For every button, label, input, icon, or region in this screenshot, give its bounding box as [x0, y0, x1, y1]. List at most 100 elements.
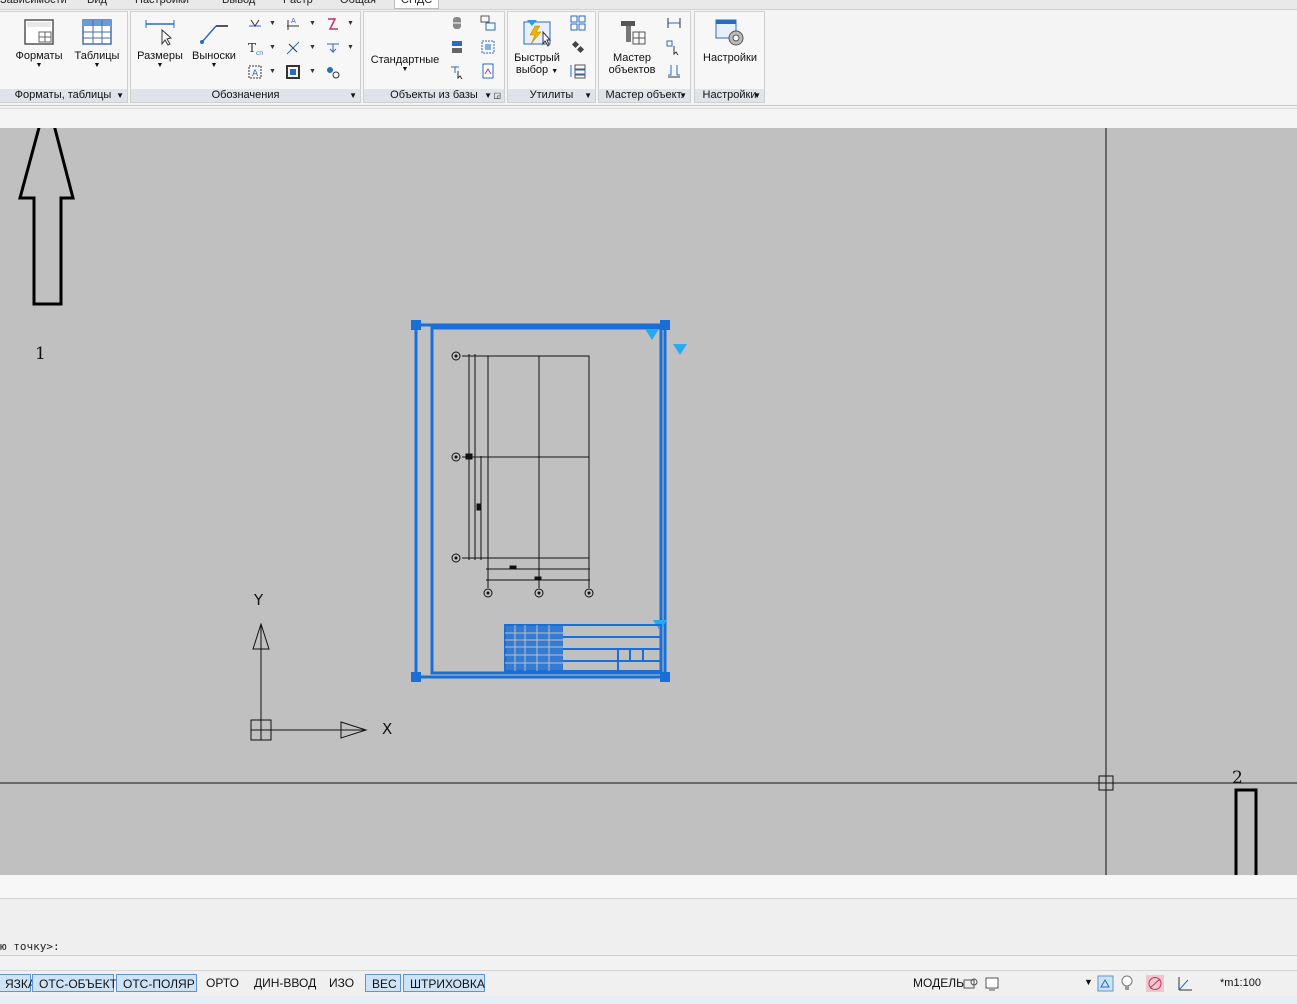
break-line-icon[interactable]: [325, 40, 341, 56]
gear-icon: [714, 18, 746, 48]
quick-select-icon: [521, 18, 553, 48]
hatch-frame-icon[interactable]: [285, 64, 301, 80]
section-line-icon[interactable]: [325, 16, 341, 32]
panel-title-utilities[interactable]: Утилиты ▼: [508, 89, 595, 102]
quick-select-label-2: выбор: [515, 64, 549, 76]
svg-text:сп: сп: [256, 50, 263, 56]
frame-text-icon[interactable]: A: [247, 64, 263, 80]
db-select-icon[interactable]: [480, 39, 496, 55]
dimensions-button-label: Размеры: [137, 50, 183, 62]
chevron-down-icon: ▼: [401, 66, 409, 73]
db-pointer-icon[interactable]: [449, 63, 465, 80]
object-wizard-button[interactable]: Мастер объектов: [602, 18, 662, 76]
annotation-arrow-down: [1234, 788, 1258, 875]
coordinate-system-icon[interactable]: [1176, 975, 1194, 995]
svg-text:A: A: [291, 17, 296, 25]
tab-general[interactable]: Общая: [340, 0, 376, 8]
panel-title-designations[interactable]: Обозначения ▼: [131, 89, 360, 102]
tab-spds[interactable]: СПДС: [394, 0, 440, 9]
leader-icon: [198, 18, 230, 46]
quick-select-label-1: Быстрый: [514, 52, 560, 64]
tables-button[interactable]: Таблицы ▼: [72, 18, 122, 70]
status-snap-button[interactable]: ЯЗКА: [0, 974, 36, 992]
chevron-down-icon: ▼: [116, 91, 124, 100]
ucs-y-label: Y: [254, 591, 264, 609]
chevron-down-icon: ▼: [679, 91, 687, 100]
level-mark-icon[interactable]: [247, 16, 263, 32]
selected-sheet-format[interactable]: [411, 320, 687, 682]
explode-icon[interactable]: [570, 39, 586, 55]
settings-button[interactable]: Настройки: [699, 18, 761, 64]
panel-title-formats[interactable]: Форматы, таблицы ▼: [0, 89, 127, 102]
db-insert-icon[interactable]: [449, 39, 465, 55]
text-style-icon[interactable]: Tсп: [247, 40, 263, 57]
svg-text:T: T: [248, 41, 256, 55]
chevron-down-icon: ▼: [551, 68, 559, 75]
object-wizard-label-2: объектов: [608, 64, 656, 76]
ucs-icon: [250, 622, 368, 741]
model-space-button[interactable]: МОДЕЛЬ: [907, 974, 970, 992]
status-lineweight-button[interactable]: ВЕС: [365, 974, 401, 992]
leaders-button[interactable]: Выноски ▼: [188, 18, 240, 70]
panel-title-wizard[interactable]: Мастер объект. ▼: [599, 89, 690, 102]
isolate-objects-icon[interactable]: [1146, 975, 1164, 995]
tab-view[interactable]: Вид: [87, 0, 107, 8]
panel-designations: Размеры ▼ Выноски ▼ ▼ A ▼ ▼ Tсп ▼ ▼ ▼ A: [130, 11, 361, 103]
ribbon-tab-bar: Зависимости Вид Настройки Вывод Растр Об…: [0, 0, 1297, 10]
lightbulb-icon[interactable]: [1120, 975, 1134, 995]
settings-button-label: Настройки: [703, 52, 757, 64]
panel-title-settings[interactable]: Настройки ▼: [695, 89, 764, 102]
axis-icon[interactable]: [285, 40, 301, 56]
elevation-icon[interactable]: A: [285, 16, 301, 32]
db-table-icon[interactable]: [480, 15, 496, 31]
tab-settings[interactable]: Настройки: [135, 0, 189, 8]
ucs-x-label: X: [382, 720, 393, 738]
panel-formats-tables: Форматы ▼ Таблицы ▼ Форматы, таблицы ▼: [0, 11, 128, 103]
taskbar-strip: [0, 996, 1297, 1004]
command-line[interactable]: [0, 899, 1297, 956]
chevron-down-icon: ▼: [584, 91, 592, 100]
tab-output[interactable]: Вывод: [222, 0, 255, 8]
status-iso-button[interactable]: ИЗО: [323, 974, 360, 992]
layer-list-icon[interactable]: [570, 63, 586, 79]
annotation-scale[interactable]: *m1:100: [1214, 974, 1267, 992]
node-mark-icon[interactable]: [325, 64, 341, 80]
db-document-icon[interactable]: [480, 63, 496, 79]
formats-button-label: Форматы: [15, 50, 63, 62]
tab-dependencies[interactable]: Зависимости: [0, 0, 67, 8]
dimensions-button[interactable]: Размеры ▼: [134, 18, 186, 70]
chevron-down-icon: ▼: [349, 91, 357, 100]
panel-objects-from-db: Стандартные ▼ Объекты из базы ▼ ◲: [363, 11, 505, 103]
quick-select-button[interactable]: Быстрый выбор ▼: [510, 18, 564, 78]
svg-text:A: A: [252, 69, 259, 79]
status-dyn-input-button[interactable]: ДИН-ВВОД: [248, 974, 322, 992]
command-history: [0, 876, 1297, 899]
layout-icon[interactable]: [984, 976, 1000, 995]
status-hatch-button[interactable]: ШТРИХОВКА: [403, 974, 485, 992]
wizard-pointer-icon[interactable]: [666, 39, 682, 56]
standard-button[interactable]: Стандартные ▼: [368, 54, 442, 74]
object-wizard-label-1: Мастер: [612, 52, 652, 64]
wizard-stand-icon[interactable]: [666, 63, 682, 79]
tab-raster[interactable]: Растр: [283, 0, 313, 8]
chevron-down-icon[interactable]: ▼: [1084, 977, 1093, 987]
leaders-button-label: Выноски: [192, 50, 236, 62]
formats-button[interactable]: Форматы ▼: [14, 18, 64, 70]
object-wizard-icon: [617, 18, 647, 48]
wizard-dimension-icon[interactable]: [666, 15, 682, 31]
panel-object-wizard: Мастер объектов Мастер объект. ▼: [598, 11, 691, 103]
chevron-down-icon: ▼: [210, 62, 218, 69]
grid-icon[interactable]: [570, 15, 586, 31]
status-osnap-tracking-button[interactable]: ОТС-ОБЪЕКТ: [32, 974, 117, 992]
dimension-icon: [144, 18, 176, 46]
db-object-icon[interactable]: [449, 15, 465, 31]
annotation-visibility-icon[interactable]: [1097, 975, 1114, 995]
status-ortho-button[interactable]: ОРТО: [200, 974, 245, 992]
panel-title-objects-db[interactable]: Объекты из базы ▼ ◲: [364, 89, 504, 102]
viewport-icon[interactable]: [963, 976, 979, 995]
drawing-canvas[interactable]: 1 2 Y X: [0, 128, 1297, 875]
panel-utilities: Быстрый выбор ▼ Утилиты ▼: [507, 11, 596, 103]
panel-launcher-icon: ◲: [493, 91, 501, 100]
command-prompt-text: ю точку>:: [0, 940, 60, 953]
status-polar-tracking-button[interactable]: ОТС-ПОЛЯР: [116, 974, 197, 992]
